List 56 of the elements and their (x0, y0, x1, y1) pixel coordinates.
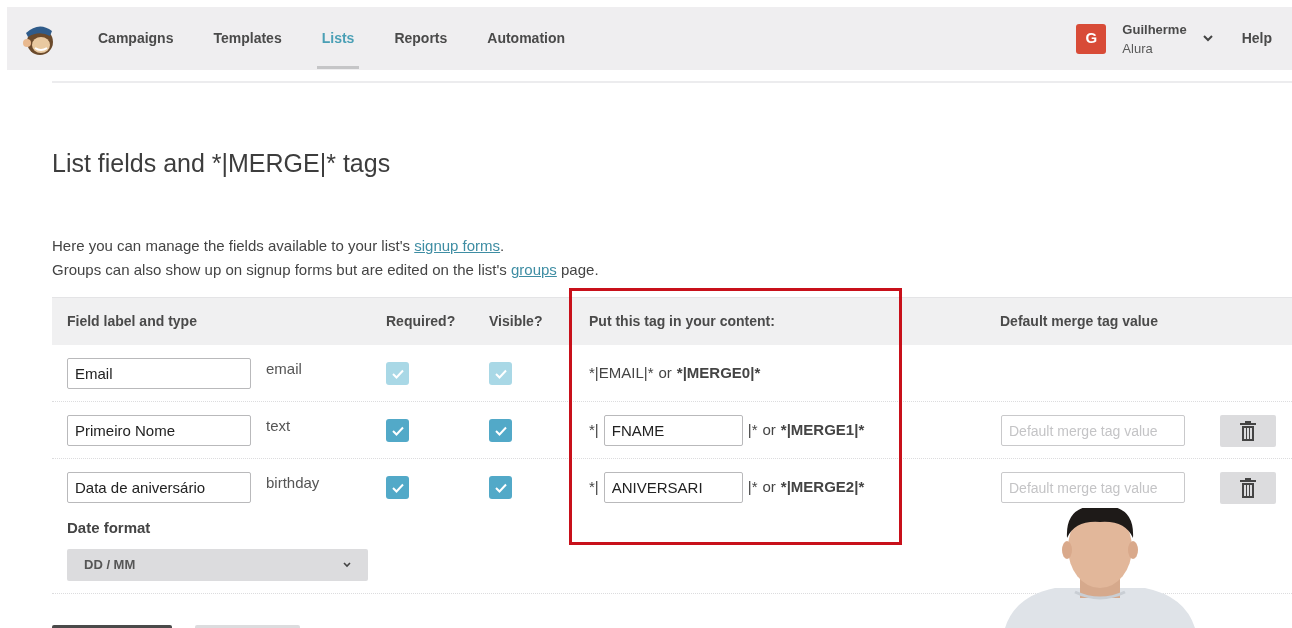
tag-input[interactable]: FNAME (603, 415, 743, 446)
column-header: Visible? (489, 313, 543, 329)
checkbox[interactable] (489, 476, 512, 499)
account-name: Alura (1122, 39, 1154, 58)
tag-text: *| (589, 477, 599, 498)
check-icon (391, 368, 404, 379)
nav-tab[interactable]: Campaigns (78, 7, 194, 70)
user-avatar[interactable]: G (1076, 23, 1107, 54)
checkbox[interactable] (386, 419, 409, 442)
trash-icon (1240, 421, 1256, 441)
user-name: Guilherme (1122, 20, 1187, 39)
page-title: List fields and *|MERGE|* tags (52, 148, 392, 179)
chevron-down-icon (343, 561, 351, 568)
field-type: email (266, 359, 302, 379)
text-link[interactable]: groups (510, 261, 557, 278)
nav-tab[interactable]: Reports (374, 7, 468, 70)
check-icon (494, 482, 507, 493)
column-header: Put this tag in your content: (589, 313, 775, 329)
merge-tag: *|MERGE1|* (780, 419, 865, 442)
date-format-select[interactable]: DD / MM (67, 548, 368, 581)
field-label-input[interactable]: Data de aniversário (67, 472, 251, 503)
check-icon (391, 482, 404, 493)
checkbox[interactable] (489, 419, 512, 442)
tag-text: |* (747, 477, 758, 498)
field-label-input[interactable]: Primeiro Nome (67, 415, 251, 446)
tag-text: or (762, 477, 776, 498)
merge-tag: *|MERGE2|* (780, 476, 865, 499)
delete-button[interactable] (1220, 472, 1276, 504)
check-icon (494, 425, 507, 436)
tag-input[interactable]: ANIVERSARI (603, 472, 743, 503)
field-type: text (266, 416, 291, 436)
delete-button[interactable] (1220, 415, 1276, 447)
merge-tag: *|MERGE0|* (676, 362, 761, 385)
column-header: Required? (386, 313, 456, 329)
intro-text: Here you can manage the fields available to your list's signup forms. (52, 236, 506, 256)
tag-text: *|EMAIL|* (589, 363, 654, 384)
column-header: Default merge tag value (1000, 313, 1158, 329)
checkbox[interactable] (386, 476, 409, 499)
tag-text: *| (589, 420, 599, 441)
trash-icon (1240, 478, 1256, 498)
default-value-input[interactable]: Default merge tag value (1001, 472, 1185, 503)
nav-tab[interactable]: Automation (467, 7, 586, 70)
field-type: birthday (266, 473, 320, 493)
date-format-label: Date format (67, 518, 151, 538)
chevron-down-icon[interactable] (1202, 35, 1213, 42)
nav-tab[interactable]: Templates (193, 7, 302, 70)
check-icon (494, 368, 507, 379)
column-header: Field label and type (67, 313, 197, 329)
field-label-input[interactable]: Email (67, 358, 251, 389)
check-icon (391, 425, 404, 436)
intro-text: Groups can also show up on signup forms but are edited on the list's groups page. (52, 260, 600, 280)
default-value-input[interactable]: Default merge tag value (1001, 415, 1185, 446)
tag-text: or (658, 363, 672, 384)
tag-text: or (762, 420, 776, 441)
tag-text: |* (747, 420, 758, 441)
help-link[interactable]: Help (1241, 28, 1272, 49)
